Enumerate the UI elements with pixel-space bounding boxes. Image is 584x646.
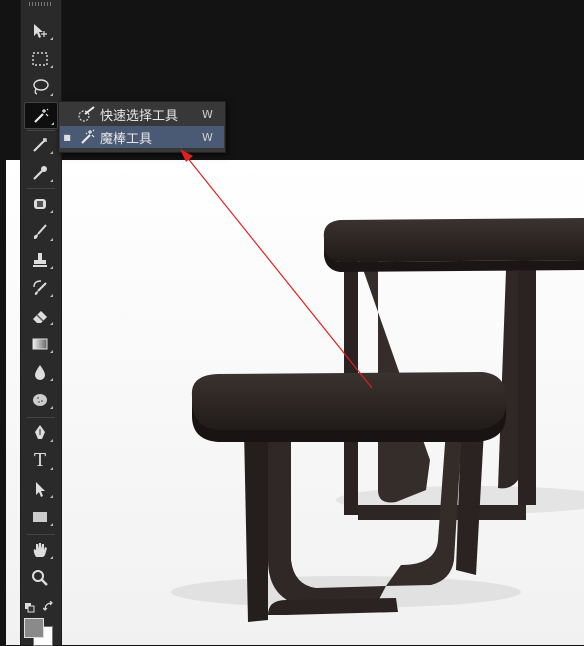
stamp-tool-button[interactable]: [24, 247, 56, 272]
lasso-tool-button[interactable]: [24, 74, 56, 99]
default-colors-icon[interactable]: [25, 598, 35, 613]
flyout-item-label: 魔棒工具: [100, 131, 153, 147]
move-icon: [34, 23, 47, 38]
shortcut-label: W: [202, 130, 213, 144]
tools-panel: T: [20, 0, 62, 646]
hand-tool-button[interactable]: [24, 537, 56, 562]
rectangle-icon: [33, 511, 47, 522]
healing-tool-button[interactable]: [24, 191, 56, 216]
zoom-icon: [32, 569, 48, 586]
path-select-tool-button[interactable]: [24, 476, 56, 501]
quick-selection-icon: [74, 104, 100, 124]
magic-wand-tool-button[interactable]: [24, 102, 58, 129]
foreground-color-swatch[interactable]: [24, 618, 44, 638]
hand-icon: [33, 542, 47, 557]
magic-wand-icon: [34, 108, 49, 123]
bandage-icon: [34, 198, 46, 209]
magic-wand-icon: [74, 127, 100, 147]
eraser-icon: [33, 310, 47, 323]
history-brush-tool-button[interactable]: [24, 275, 56, 300]
type-tool-button[interactable]: T: [24, 448, 56, 473]
blur-tool-button[interactable]: [24, 359, 56, 384]
history-brush-icon: [33, 279, 47, 295]
flyout-item-quick-selection[interactable]: 快速选择工具 W: [60, 103, 224, 125]
crop-tool-button[interactable]: [24, 132, 56, 157]
gradient-tool-button[interactable]: [24, 331, 56, 356]
brush-icon: [33, 223, 47, 239]
canvas-image[interactable]: [6, 160, 584, 645]
drop-icon: [35, 364, 45, 380]
flyout-item-magic-wand[interactable]: ■ 魔棒工具 W: [60, 126, 224, 148]
crop-icon: [33, 137, 47, 152]
stamp-icon: [33, 252, 47, 267]
workspace: [0, 0, 584, 645]
swap-colors-icon[interactable]: [42, 598, 55, 611]
marquee-tool-button[interactable]: [24, 46, 56, 71]
tables-photo: [6, 160, 584, 645]
sponge-icon: [33, 393, 47, 406]
eraser-tool-button[interactable]: [24, 303, 56, 328]
shape-tool-button[interactable]: [24, 504, 56, 529]
flyout-item-label: 快速选择工具: [100, 108, 179, 124]
rect-marquee-icon: [32, 51, 48, 66]
shortcut-label: W: [202, 107, 213, 121]
pen-tool-button[interactable]: [24, 420, 56, 445]
brush-tool-button[interactable]: [24, 219, 56, 244]
zoom-tool-button[interactable]: [24, 565, 56, 590]
eyedropper-tool-button[interactable]: [24, 160, 56, 185]
panel-grip[interactable]: [29, 2, 53, 6]
type-icon: T: [33, 450, 46, 471]
selection-tools-flyout: 快速选择工具 W ■ 魔棒工具 W: [58, 101, 226, 153]
pen-icon: [35, 424, 45, 439]
gradient-icon: [32, 338, 48, 349]
lasso-icon: [33, 78, 49, 95]
move-tool-button[interactable]: [24, 18, 56, 43]
dodge-tool-button[interactable]: [24, 387, 56, 412]
selected-dot-icon: ■: [63, 132, 71, 142]
eyedropper-icon: [33, 165, 47, 180]
arrow-icon: [36, 481, 45, 497]
